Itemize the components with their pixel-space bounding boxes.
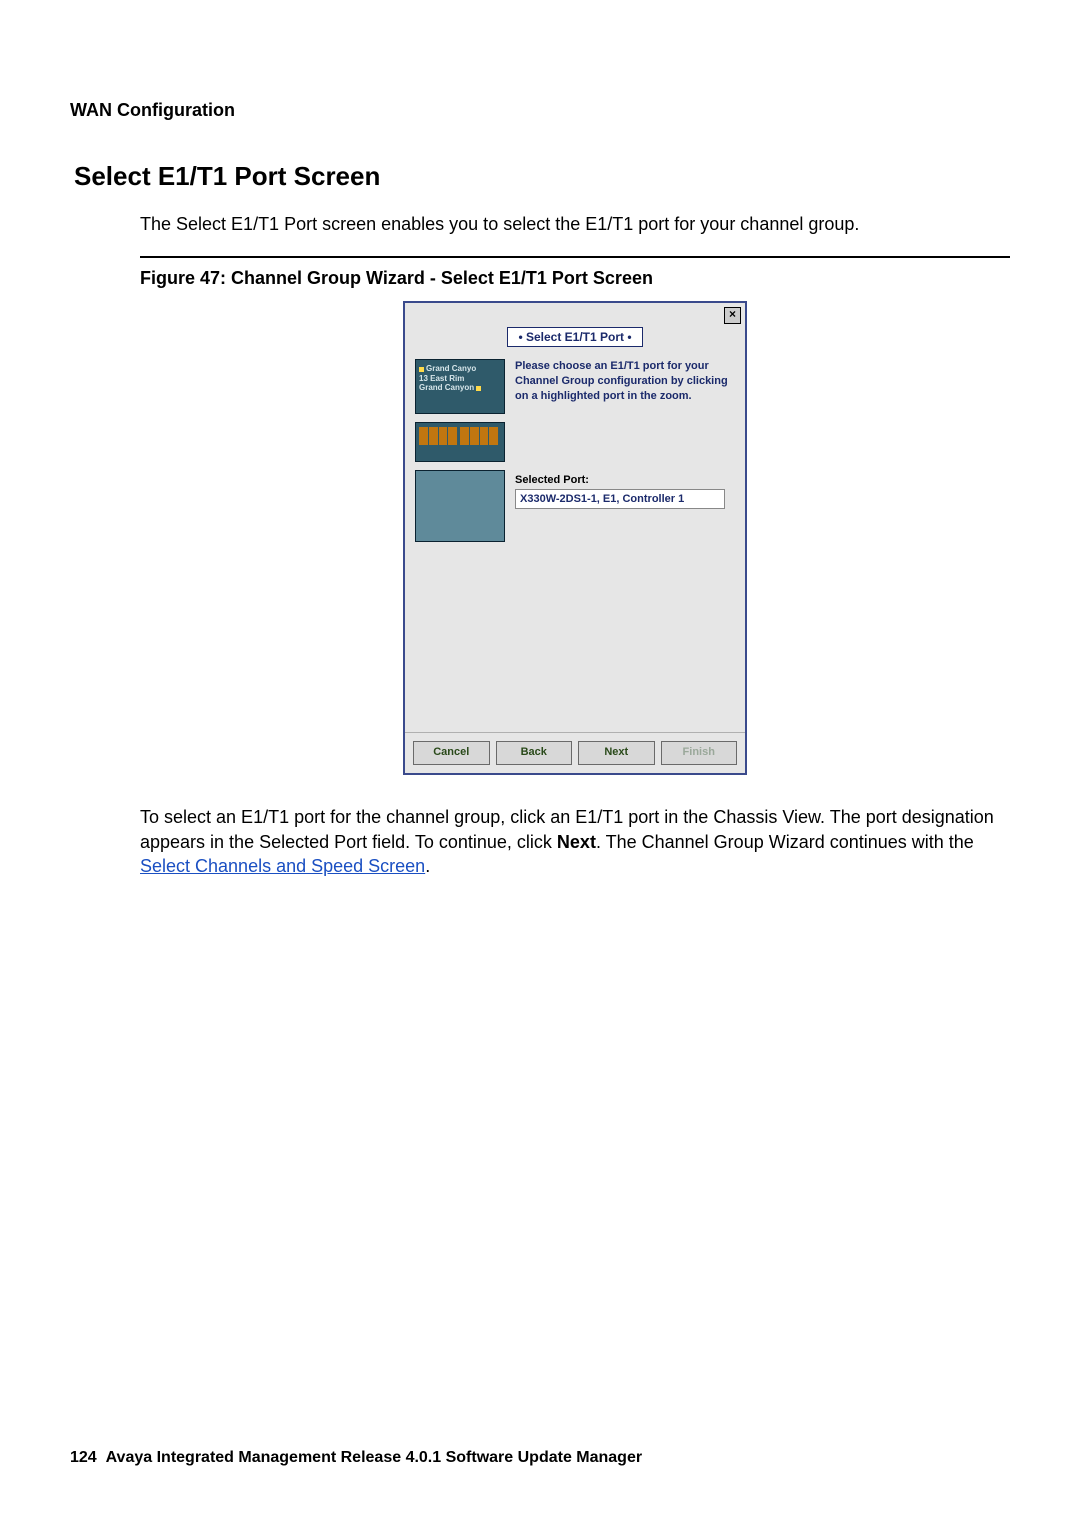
finish-button: Finish [661, 741, 738, 765]
figure-caption: Figure 47: Channel Group Wizard - Select… [140, 268, 1010, 289]
e1t1-port[interactable] [489, 427, 498, 445]
e1t1-port[interactable] [439, 427, 449, 445]
e1t1-port[interactable] [448, 427, 457, 445]
section-heading: Select E1/T1 Port Screen [70, 161, 1010, 192]
figure-rule [140, 256, 1010, 258]
ui-term-next: Next [557, 832, 596, 852]
status-led-icon [476, 386, 481, 391]
text-run: . The Channel Group Wizard continues wit… [596, 832, 974, 852]
wizard-dialog: × • Select E1/T1 Port • Grand Canyo 13 E… [403, 301, 747, 775]
dialog-instructions: Please choose an E1/T1 port for your Cha… [515, 359, 735, 404]
module-label: East Rim [430, 374, 464, 383]
module-label: Grand Canyo [426, 364, 476, 373]
select-channels-link[interactable]: Select Channels and Speed Screen [140, 856, 425, 876]
page-header: WAN Configuration [70, 100, 1010, 121]
module-label: Grand Canyon [419, 383, 474, 392]
footer-title: Avaya Integrated Management Release 4.0.… [106, 1449, 642, 1466]
cancel-button[interactable]: Cancel [413, 741, 490, 765]
e1t1-port[interactable] [480, 427, 490, 445]
text-run: . [425, 856, 430, 876]
page-footer: 124 Avaya Integrated Management Release … [70, 1449, 642, 1467]
e1t1-port[interactable] [429, 427, 439, 445]
selected-port-label: Selected Port: [515, 474, 735, 486]
close-icon[interactable]: × [724, 307, 741, 324]
intro-paragraph: The Select E1/T1 Port screen enables you… [140, 212, 1010, 236]
chassis-port-block[interactable] [415, 422, 505, 462]
dialog-title: • Select E1/T1 Port • [507, 327, 642, 347]
module-slot: 13 [419, 374, 428, 383]
followup-paragraph: To select an E1/T1 port for the channel … [140, 805, 1010, 878]
e1t1-port-group[interactable] [460, 427, 498, 445]
chassis-module-top[interactable]: Grand Canyo 13 East Rim Grand Canyon [415, 359, 505, 414]
e1t1-port[interactable] [460, 427, 470, 445]
page-number: 124 [70, 1449, 97, 1466]
e1t1-port-group[interactable] [419, 427, 457, 445]
e1t1-port[interactable] [470, 427, 480, 445]
next-button[interactable]: Next [578, 741, 655, 765]
chassis-module-bottom[interactable] [415, 470, 505, 542]
back-button[interactable]: Back [496, 741, 573, 765]
e1t1-port[interactable] [419, 427, 429, 445]
chassis-view[interactable]: Grand Canyo 13 East Rim Grand Canyon [415, 359, 505, 542]
dialog-spacer [405, 552, 745, 732]
selected-port-field: X330W-2DS1-1, E1, Controller 1 [515, 489, 725, 509]
status-led-icon [419, 367, 424, 372]
dialog-footer: Cancel Back Next Finish [405, 732, 745, 773]
